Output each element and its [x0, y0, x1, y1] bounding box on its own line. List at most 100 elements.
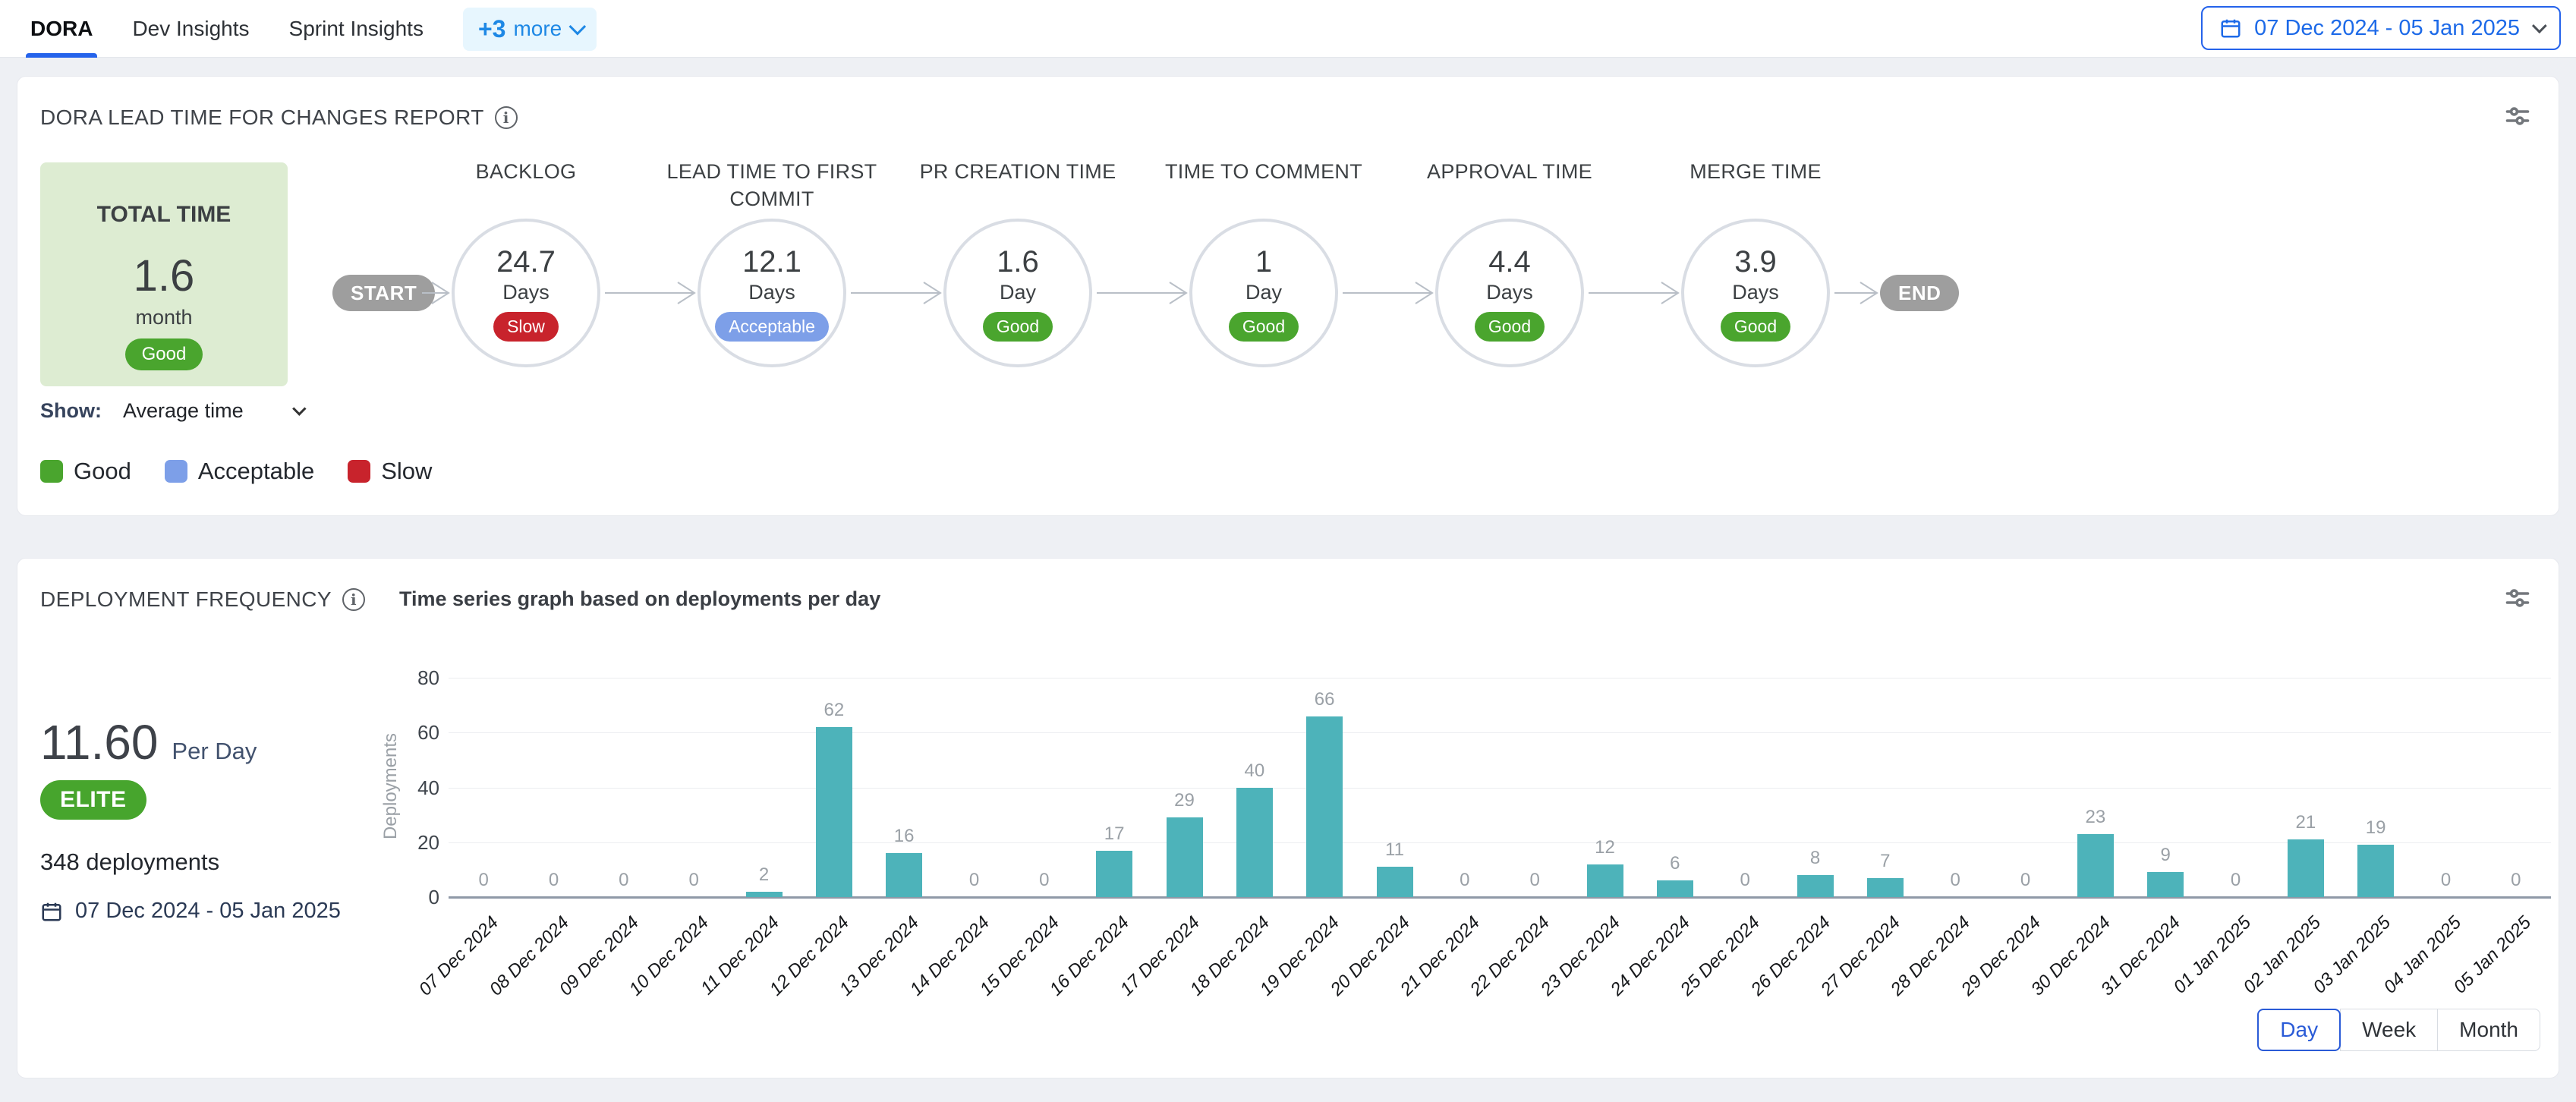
bar-value-label: 0 — [1711, 870, 1779, 891]
deployment-rate: 11.60 Per Day — [40, 714, 257, 770]
stage-node-lead-time-to-first-commit: 12.1DaysAcceptable — [698, 219, 846, 367]
stage-badge: Acceptable — [715, 312, 829, 342]
bar-value-label: 11 — [1361, 839, 1429, 861]
info-icon[interactable]: i — [495, 106, 518, 129]
bar-23-Dec-2024[interactable] — [1587, 864, 1623, 897]
flow-arrow — [1589, 279, 1678, 307]
stage-badge: Good — [1475, 312, 1545, 342]
y-tick-20: 20 — [386, 831, 439, 855]
bar-17-Dec-2024[interactable] — [1167, 817, 1203, 897]
deployment-title-row: DEPLOYMENT FREQUENCY i — [40, 587, 365, 612]
tab-dev-insights[interactable]: Dev Insights — [132, 0, 249, 58]
bar-18-Dec-2024[interactable] — [1236, 788, 1273, 898]
more-tabs-button[interactable]: +3more — [463, 8, 597, 51]
lead-time-title: DORA LEAD TIME FOR CHANGES REPORT — [40, 105, 484, 130]
chevron-down-icon — [292, 401, 306, 415]
stage-badge: Good — [1229, 312, 1299, 342]
bar-value-label: 17 — [1080, 823, 1148, 845]
filter-sliders-icon[interactable] — [2504, 584, 2531, 612]
bar-16-Dec-2024[interactable] — [1096, 851, 1132, 897]
stage-value: 24.7 — [496, 245, 556, 279]
bar-value-label: 0 — [2412, 870, 2480, 891]
stage-node-time-to-comment: 1DayGood — [1189, 219, 1338, 367]
bar-24-Dec-2024[interactable] — [1657, 880, 1693, 897]
legend-swatch — [40, 460, 63, 483]
legend-label: Acceptable — [198, 458, 314, 485]
tab-list: DORA Dev Insights Sprint Insights +3more — [30, 0, 597, 58]
stage-unit: Days — [502, 281, 550, 304]
date-range-label: 07 Dec 2024 - 05 Jan 2025 — [2254, 16, 2520, 41]
bar-value-label: 9 — [2131, 845, 2200, 866]
stage-node-pr-creation-time: 1.6DayGood — [943, 219, 1092, 367]
stage-name: BACKLOG — [403, 159, 649, 186]
bar-value-label: 0 — [660, 870, 728, 891]
stage-unit: Days — [1732, 281, 1779, 304]
status-legend: Good Acceptable Slow — [40, 458, 432, 485]
legend-item-acceptable: Acceptable — [165, 458, 314, 485]
deployment-title: DEPLOYMENT FREQUENCY — [40, 587, 332, 612]
granularity-week-button[interactable]: Week — [2340, 1009, 2438, 1051]
bar-value-label: 0 — [520, 870, 588, 891]
bar-19-Dec-2024[interactable] — [1306, 716, 1343, 897]
bar-12-Dec-2024[interactable] — [816, 727, 852, 897]
filter-sliders-icon[interactable] — [2504, 102, 2531, 130]
stage-badge: Slow — [493, 312, 559, 342]
bar-value-label: 40 — [1220, 760, 1289, 782]
bar-13-Dec-2024[interactable] — [886, 853, 922, 897]
bar-value-label: 0 — [590, 870, 658, 891]
show-metric-dropdown[interactable]: Show: Average time — [40, 399, 302, 423]
stage-unit: Day — [1245, 281, 1282, 304]
deployments-count: 348 deployments — [40, 849, 219, 876]
y-tick-80: 80 — [386, 666, 439, 690]
bar-value-label: 62 — [800, 700, 868, 721]
legend-label: Slow — [381, 458, 432, 485]
tab-dora[interactable]: DORA — [30, 0, 93, 58]
info-icon[interactable]: i — [342, 588, 365, 611]
flow-arrow — [851, 279, 940, 307]
bar-11-Dec-2024[interactable] — [746, 892, 783, 897]
tab-sprint-insights[interactable]: Sprint Insights — [289, 0, 424, 58]
stage-unit: Days — [1486, 281, 1533, 304]
y-tick-0: 0 — [386, 886, 439, 909]
flow-arrow — [1343, 279, 1432, 307]
total-time-label: TOTAL TIME — [40, 202, 288, 228]
flow-arrow — [422, 279, 449, 307]
bar-30-Dec-2024[interactable] — [2077, 834, 2114, 897]
gridline-60 — [449, 732, 2551, 733]
tier-badge: ELITE — [40, 780, 146, 820]
more-label: more — [513, 17, 562, 41]
bar-value-label: 0 — [1431, 870, 1499, 891]
calendar-icon — [40, 900, 63, 923]
deployment-date-range: 07 Dec 2024 - 05 Jan 2025 — [40, 899, 341, 924]
y-tick-60: 60 — [386, 721, 439, 745]
bar-value-label: 0 — [940, 870, 1009, 891]
y-tick-40: 40 — [386, 776, 439, 800]
bar-value-label: 6 — [1641, 853, 1709, 874]
flow-arrow — [1834, 279, 1877, 307]
rate-unit: Per Day — [172, 738, 257, 765]
bar-03-Jan-2025[interactable] — [2357, 845, 2394, 897]
pipeline-end-badge: END — [1880, 275, 1959, 311]
legend-item-good: Good — [40, 458, 131, 485]
stage-node-merge-time: 3.9DaysGood — [1681, 219, 1830, 367]
stage-name: MERGE TIME — [1633, 159, 1878, 186]
total-time-tile: TOTAL TIME 1.6 month Good — [40, 162, 288, 386]
granularity-month-button[interactable]: Month — [2437, 1009, 2540, 1051]
lead-time-title-row: DORA LEAD TIME FOR CHANGES REPORT i — [40, 105, 518, 130]
granularity-day-button[interactable]: Day — [2257, 1009, 2341, 1051]
date-range-picker[interactable]: 07 Dec 2024 - 05 Jan 2025 — [2201, 6, 2561, 50]
bar-02-Jan-2025[interactable] — [2288, 839, 2324, 897]
show-label: Show: — [40, 399, 102, 423]
deployment-frequency-card: DEPLOYMENT FREQUENCY i Time series graph… — [17, 558, 2559, 1078]
stage-unit: Days — [748, 281, 795, 304]
lead-time-card: DORA LEAD TIME FOR CHANGES REPORT i TOTA… — [17, 76, 2559, 516]
bar-31-Dec-2024[interactable] — [2147, 872, 2184, 897]
show-value: Average time — [123, 399, 244, 423]
bar-20-Dec-2024[interactable] — [1377, 867, 1413, 897]
bar-value-label: 66 — [1290, 689, 1359, 710]
deployment-date-range-label: 07 Dec 2024 - 05 Jan 2025 — [75, 899, 341, 924]
total-time-unit: month — [40, 306, 288, 329]
bar-26-Dec-2024[interactable] — [1797, 875, 1834, 897]
bar-27-Dec-2024[interactable] — [1867, 878, 1904, 897]
bar-value-label: 0 — [1501, 870, 1569, 891]
